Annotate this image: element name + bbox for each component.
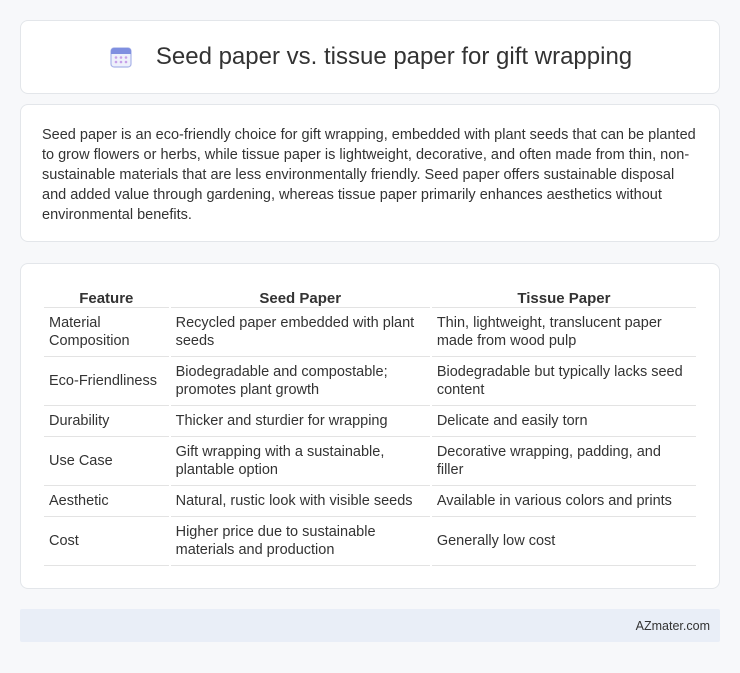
- intro-paragraph: Seed paper is an eco-friendly choice for…: [42, 127, 696, 223]
- page-title: Seed paper vs. tissue paper for gift wra…: [155, 43, 633, 70]
- table-cell: Decorative wrapping, padding, and filler: [431, 437, 696, 486]
- footer: AZmater.com: [20, 609, 720, 642]
- intro-card: Seed paper is an eco-friendly choice for…: [20, 104, 720, 242]
- header-seed-paper: Seed Paper: [170, 284, 430, 308]
- table-cell: Recycled paper embedded with plant seeds: [170, 308, 430, 357]
- table-cell: Generally low cost: [431, 517, 696, 566]
- table-row: Aesthetic Natural, rustic look with visi…: [44, 486, 696, 517]
- table-cell: Biodegradable but typically lacks seed c…: [431, 357, 696, 406]
- table-row: Material Composition Recycled paper embe…: [44, 308, 696, 357]
- header-tissue-paper: Tissue Paper: [431, 284, 696, 308]
- comparison-table: Feature Seed Paper Tissue Paper Material…: [42, 284, 698, 566]
- table-cell: Material Composition: [44, 308, 169, 357]
- footer-site-link[interactable]: AZmater.com: [636, 619, 710, 633]
- table-cell: Higher price due to sustainable material…: [170, 517, 430, 566]
- table-cell: Available in various colors and prints: [431, 486, 696, 517]
- table-cell: Delicate and easily torn: [431, 406, 696, 437]
- table-cell: Eco-Friendliness: [44, 357, 169, 406]
- table-cell: Aesthetic: [44, 486, 169, 517]
- table-cell: Durability: [44, 406, 169, 437]
- table-row: Use Case Gift wrapping with a sustainabl…: [44, 437, 696, 486]
- table-cell: Natural, rustic look with visible seeds: [170, 486, 430, 517]
- calendar-icon: [108, 44, 134, 70]
- table-row: Durability Thicker and sturdier for wrap…: [44, 406, 696, 437]
- table-row: Eco-Friendliness Biodegradable and compo…: [44, 357, 696, 406]
- title-card: Seed paper vs. tissue paper for gift wra…: [20, 20, 720, 94]
- table-row: Cost Higher price due to sustainable mat…: [44, 517, 696, 566]
- table-cell: Thin, lightweight, translucent paper mad…: [431, 308, 696, 357]
- table-cell: Gift wrapping with a sustainable, planta…: [170, 437, 430, 486]
- table-cell: Use Case: [44, 437, 169, 486]
- header-feature: Feature: [44, 284, 169, 308]
- table-header-row: Feature Seed Paper Tissue Paper: [44, 284, 696, 308]
- table-cell: Biodegradable and compostable; promotes …: [170, 357, 430, 406]
- table-cell: Thicker and sturdier for wrapping: [170, 406, 430, 437]
- table-cell: Cost: [44, 517, 169, 566]
- comparison-card: Feature Seed Paper Tissue Paper Material…: [20, 263, 720, 589]
